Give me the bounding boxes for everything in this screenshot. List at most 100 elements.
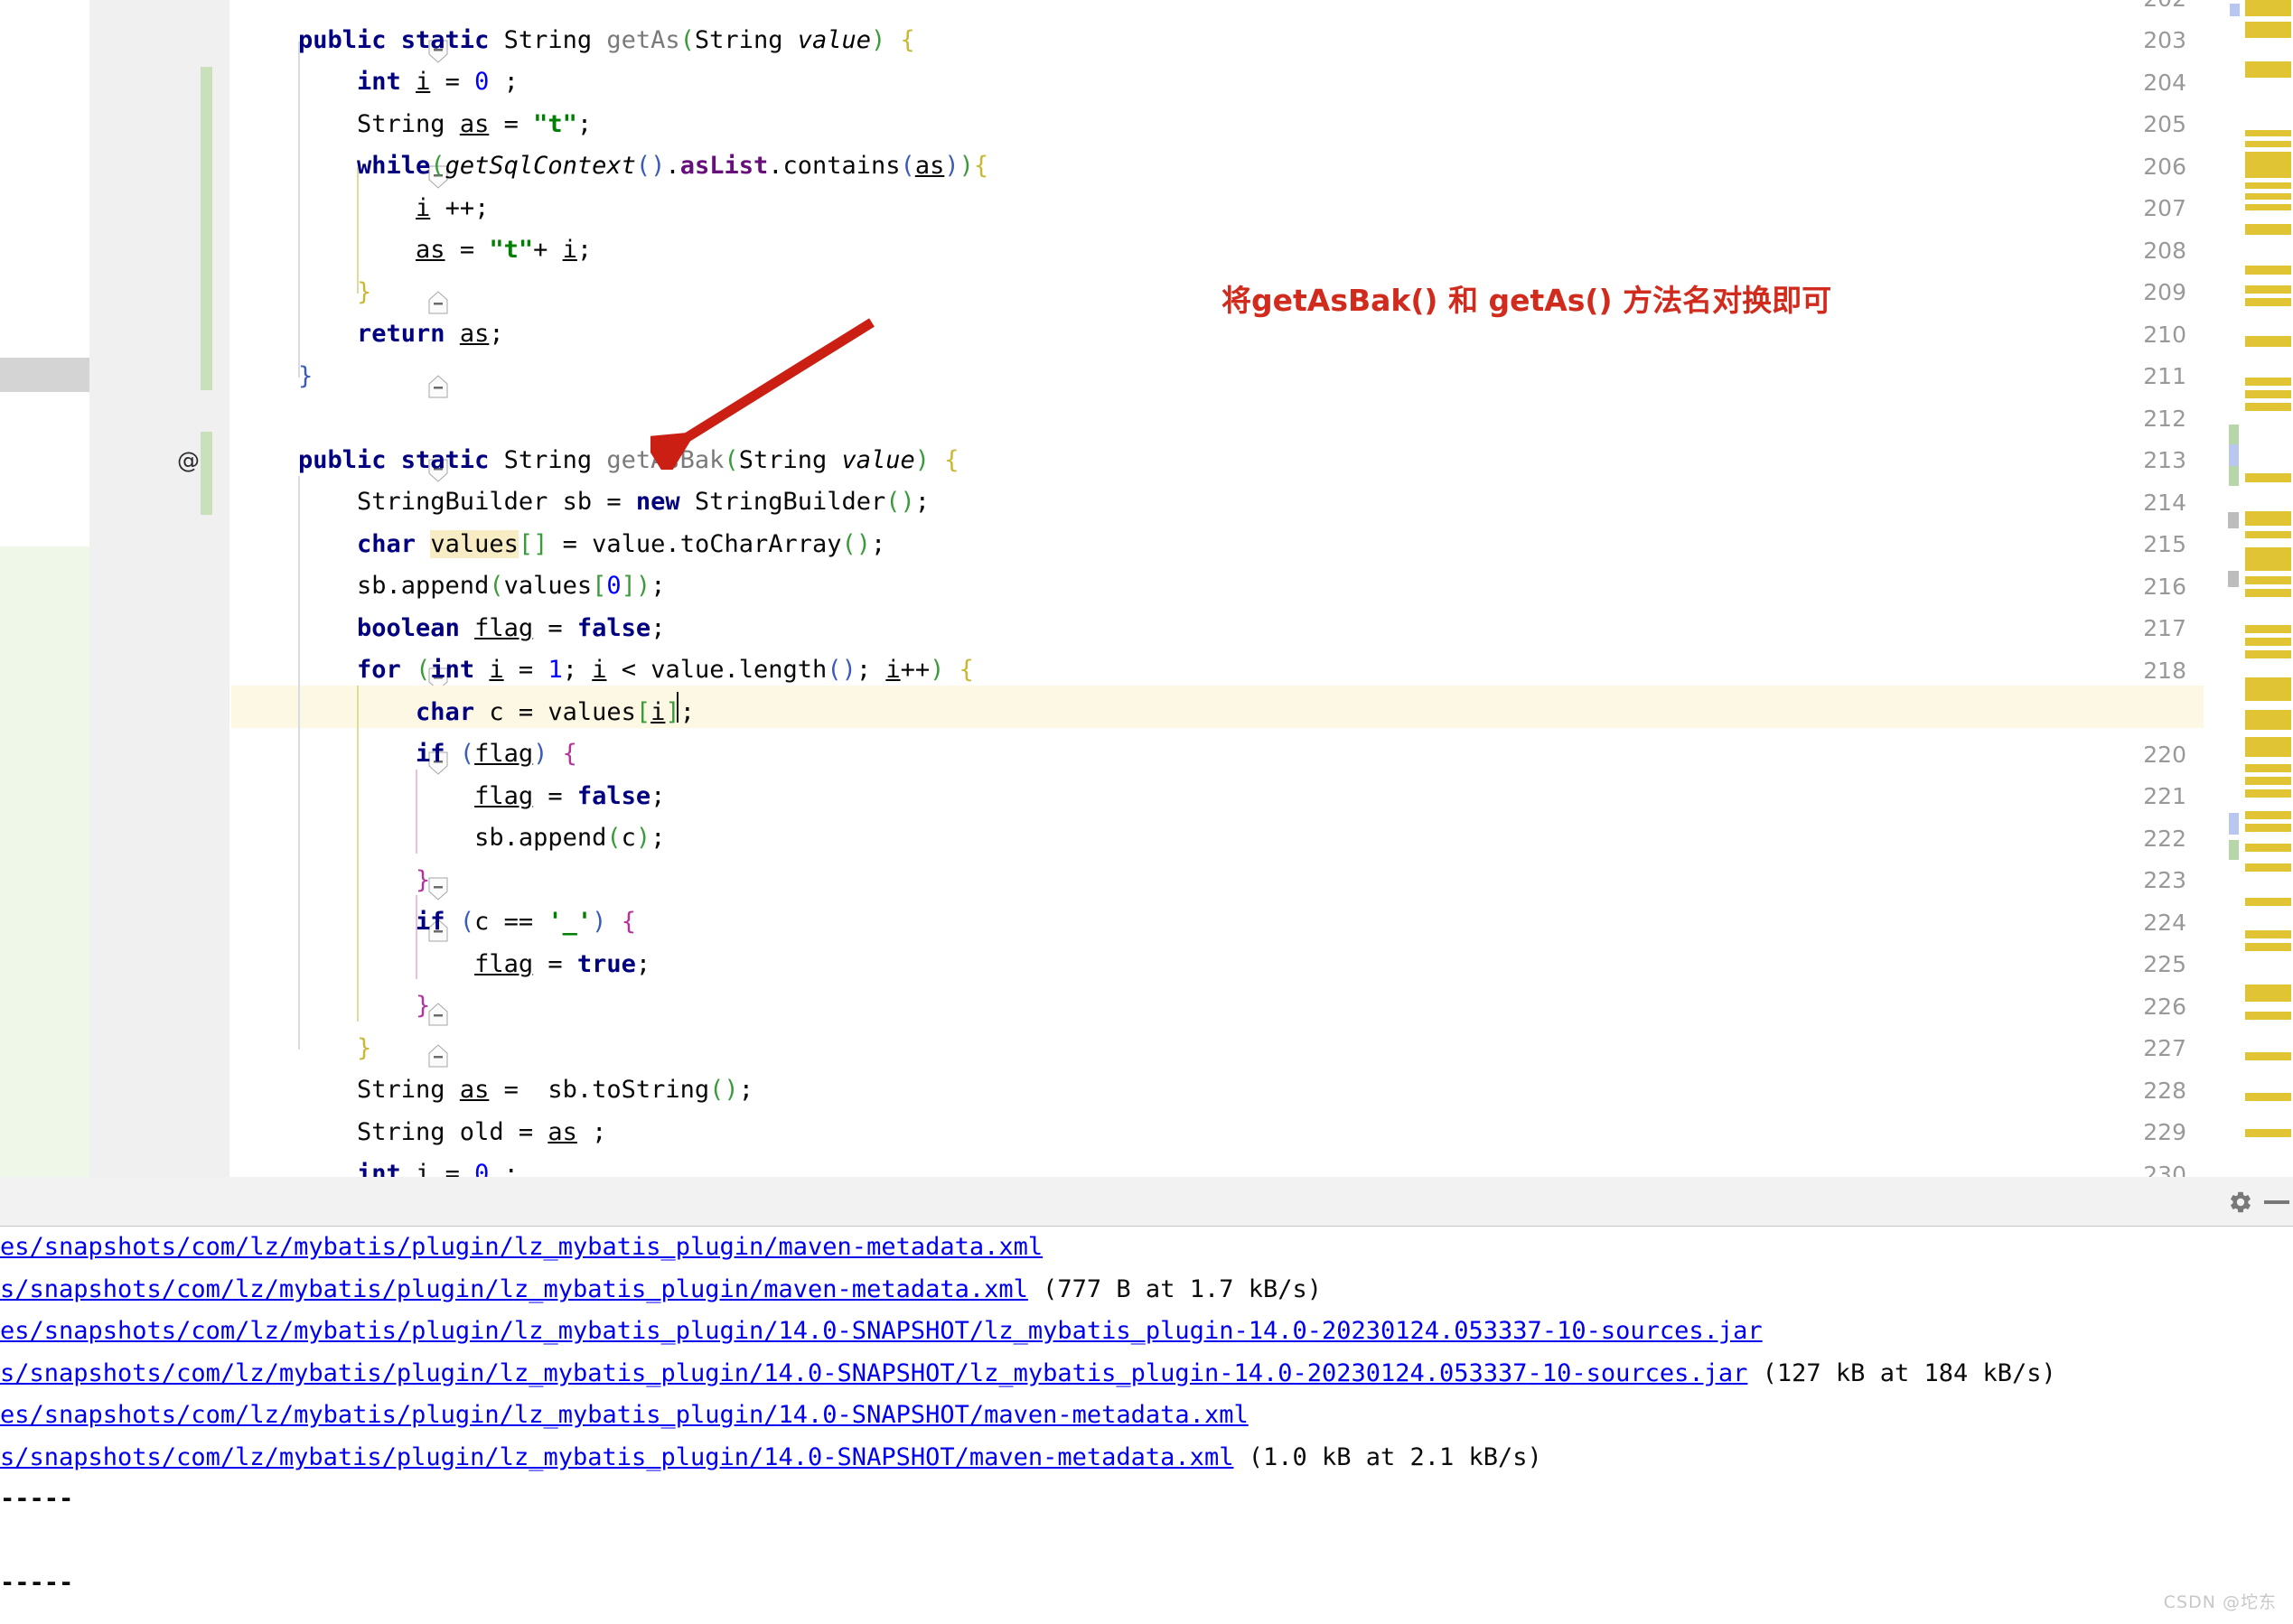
gear-icon[interactable] xyxy=(2228,1190,2253,1215)
stripe-mark[interactable] xyxy=(2229,444,2239,466)
code-line[interactable]: if (flag) { xyxy=(298,733,577,776)
code-line[interactable]: if (c == '_') { xyxy=(298,901,636,944)
stripe-mark[interactable] xyxy=(2245,298,2291,306)
stripe-mark[interactable] xyxy=(2245,1052,2291,1060)
stripe-mark[interactable] xyxy=(2245,764,2291,772)
stripe-mark[interactable] xyxy=(2245,22,2291,38)
code-line[interactable]: i ++; xyxy=(298,188,489,230)
stripe-mark[interactable] xyxy=(2229,466,2239,486)
stripe-mark[interactable] xyxy=(2245,930,2291,938)
code-line[interactable]: } xyxy=(298,272,371,314)
log-line[interactable]: ----- xyxy=(0,1479,73,1521)
code-line[interactable]: flag = false; xyxy=(298,776,665,818)
stripe-mark[interactable] xyxy=(2245,61,2291,78)
stripe-mark[interactable] xyxy=(2245,224,2291,235)
code-line[interactable]: return as; xyxy=(298,313,504,356)
stripe-mark[interactable] xyxy=(2245,943,2291,951)
code-line[interactable]: for (int i = 1; i < value.length(); i++)… xyxy=(298,649,974,692)
code-line[interactable]: public static String getAs(String value)… xyxy=(298,20,915,62)
code-line[interactable]: } xyxy=(298,985,430,1028)
code-text-area[interactable]: public static String getAs(String value)… xyxy=(231,0,2293,1177)
error-stripe-column[interactable] xyxy=(2204,0,2293,1177)
stripe-mark[interactable] xyxy=(2245,204,2291,210)
stripe-mark[interactable] xyxy=(2245,625,2291,633)
stripe-mark[interactable] xyxy=(2245,576,2291,584)
code-line[interactable]: } xyxy=(298,860,430,902)
code-line[interactable]: char values[] = value.toCharArray(); xyxy=(298,524,885,566)
stripe-mark[interactable] xyxy=(2245,152,2291,178)
log-link[interactable]: es/snapshots/com/lz/mybatis/plugin/lz_my… xyxy=(0,1233,1043,1261)
stripe-mark[interactable] xyxy=(2245,638,2291,646)
stripe-mark[interactable] xyxy=(2245,824,2291,832)
stripe-mark[interactable] xyxy=(2245,130,2291,136)
stripe-mark[interactable] xyxy=(2230,4,2240,16)
build-output-panel[interactable]: es/snapshots/com/lz/mybatis/plugin/lz_my… xyxy=(0,1177,2293,1624)
stripe-mark[interactable] xyxy=(2245,378,2291,386)
log-line[interactable]: s/snapshots/com/lz/mybatis/plugin/lz_myb… xyxy=(0,1269,1322,1311)
stripe-mark[interactable] xyxy=(2245,511,2291,526)
stripe-mark[interactable] xyxy=(2245,811,2291,819)
log-line[interactable]: es/snapshots/com/lz/mybatis/plugin/lz_my… xyxy=(0,1395,1249,1437)
fold-gutter[interactable] xyxy=(208,0,448,1177)
stripe-mark[interactable] xyxy=(2245,0,2291,16)
code-line[interactable]: StringBuilder sb = new StringBuilder(); xyxy=(298,481,930,524)
stripe-mark[interactable] xyxy=(2228,571,2239,587)
stripe-mark[interactable] xyxy=(2245,898,2291,906)
stripe-mark[interactable] xyxy=(2245,193,2291,200)
log-lines-container[interactable]: es/snapshots/com/lz/mybatis/plugin/lz_my… xyxy=(0,1227,2293,1624)
vcs-modified-marker[interactable] xyxy=(0,358,89,392)
log-link[interactable]: es/snapshots/com/lz/mybatis/plugin/lz_my… xyxy=(0,1401,1249,1429)
stripe-mark[interactable] xyxy=(2229,840,2239,860)
stripe-mark[interactable] xyxy=(2245,336,2291,347)
stripe-mark[interactable] xyxy=(2245,531,2291,538)
stripe-mark[interactable] xyxy=(2245,473,2291,482)
stripe-mark[interactable] xyxy=(2245,285,2291,294)
code-line[interactable]: } xyxy=(298,1028,371,1070)
stripe-mark[interactable] xyxy=(2245,844,2291,852)
code-line[interactable]: flag = true; xyxy=(298,944,650,986)
log-link[interactable]: s/snapshots/com/lz/mybatis/plugin/lz_myb… xyxy=(0,1443,1233,1471)
stripe-mark[interactable] xyxy=(2245,777,2291,785)
annotation-marker[interactable]: @ xyxy=(177,440,200,482)
stripe-mark[interactable] xyxy=(2245,266,2291,275)
code-line[interactable]: while(getSqlContext().asList.contains(as… xyxy=(298,145,988,188)
stripe-mark[interactable] xyxy=(2245,390,2291,398)
log-line[interactable]: s/snapshots/com/lz/mybatis/plugin/lz_myb… xyxy=(0,1353,2056,1395)
minimize-icon[interactable] xyxy=(2264,1200,2289,1204)
stripe-mark[interactable] xyxy=(2245,650,2291,658)
code-line[interactable]: String as = sb.toString(); xyxy=(298,1069,753,1112)
stripe-mark[interactable] xyxy=(2245,863,2291,872)
code-editor[interactable]: 202203204205206207208209210211212213@214… xyxy=(0,0,2293,1177)
log-line[interactable]: s/snapshots/com/lz/mybatis/plugin/lz_myb… xyxy=(0,1437,1542,1479)
log-line[interactable]: ----- xyxy=(0,1563,73,1605)
stripe-mark[interactable] xyxy=(2245,182,2291,189)
code-line[interactable]: boolean flag = false; xyxy=(298,608,665,650)
log-link[interactable]: s/snapshots/com/lz/mybatis/plugin/lz_myb… xyxy=(0,1359,1747,1387)
code-line[interactable]: int i = 0 : xyxy=(298,1153,519,1177)
stripe-mark[interactable] xyxy=(2245,985,2291,1002)
stripe-mark[interactable] xyxy=(2245,141,2291,147)
code-line[interactable]: char c = values[i]; xyxy=(298,692,695,734)
log-link[interactable]: s/snapshots/com/lz/mybatis/plugin/lz_myb… xyxy=(0,1275,1028,1303)
code-line[interactable]: } xyxy=(298,356,313,398)
log-link[interactable]: es/snapshots/com/lz/mybatis/plugin/lz_my… xyxy=(0,1317,1763,1345)
stripe-mark[interactable] xyxy=(2245,1093,2291,1101)
stripe-mark[interactable] xyxy=(2229,425,2239,444)
stripe-mark[interactable] xyxy=(2245,1012,2291,1020)
code-line[interactable]: as = "t"+ i; xyxy=(298,229,592,272)
stripe-mark[interactable] xyxy=(2245,737,2291,757)
stripe-mark[interactable] xyxy=(2245,403,2291,411)
stripe-mark[interactable] xyxy=(2245,547,2291,571)
vcs-added-marker[interactable] xyxy=(0,546,89,1177)
log-line[interactable]: es/snapshots/com/lz/mybatis/plugin/lz_my… xyxy=(0,1311,1763,1353)
stripe-mark[interactable] xyxy=(2229,813,2239,835)
code-line[interactable]: sb.append(values[0]); xyxy=(298,565,665,608)
code-line[interactable]: String old = as ; xyxy=(298,1112,606,1154)
code-line[interactable]: sb.append(c); xyxy=(298,817,665,860)
vcs-change-gutter[interactable] xyxy=(0,0,89,1177)
code-line[interactable]: int i = 0 ; xyxy=(298,61,519,104)
stripe-mark[interactable] xyxy=(2245,710,2291,730)
code-line[interactable]: String as = "t"; xyxy=(298,104,592,146)
log-line[interactable]: es/snapshots/com/lz/mybatis/plugin/lz_my… xyxy=(0,1227,1043,1269)
stripe-mark[interactable] xyxy=(2245,789,2291,798)
